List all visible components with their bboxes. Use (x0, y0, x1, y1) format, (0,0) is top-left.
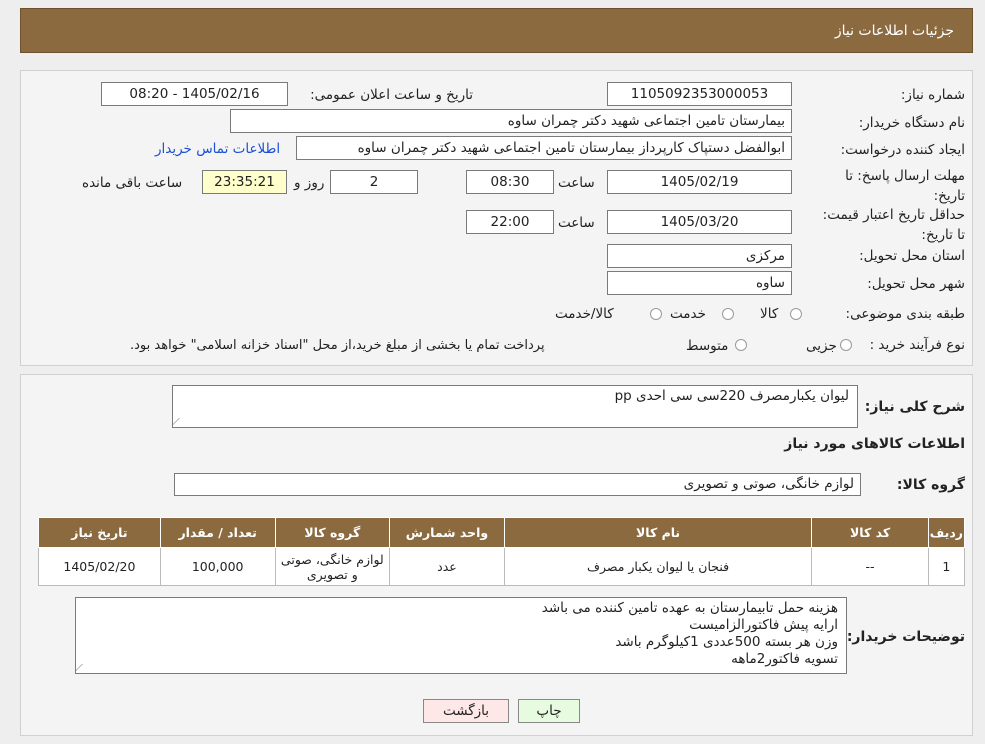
buyer-contact-link[interactable]: اطلاعات تماس خریدار (155, 141, 280, 157)
process-radio-medium[interactable] (735, 339, 747, 351)
need-number-label: شماره نیاز: (900, 87, 965, 103)
need-number-field: 1105092353000053 (607, 82, 792, 106)
validity-label: حداقل تاریخ اعتبار قیمت: تا تاریخ: (822, 207, 965, 243)
cell-quantity: 100,000 (159, 547, 276, 586)
page-header: جزئیات اطلاعات نیاز (20, 8, 973, 53)
reply-time-field: 08:30 (466, 170, 554, 194)
page-title: جزئیات اطلاعات نیاز (834, 23, 954, 39)
print-button[interactable]: چاپ (518, 699, 580, 723)
goods-group-label: گروه کالا: (896, 477, 965, 493)
remaining-time-field: 23:35:21 (202, 170, 287, 194)
validity-date-field: 1405/03/20 (607, 210, 792, 234)
reply-deadline-label: مهلت ارسال پاسخ: تا تاریخ: (845, 168, 965, 204)
col-header-unit: واحد شمارش (389, 517, 505, 548)
buyer-org-label: نام دستگاه خریدار: (858, 115, 965, 131)
col-header-code: کد کالا (811, 517, 929, 548)
buyer-notes-line: تسویه فاکتور2ماهه (731, 651, 838, 667)
summary-text: لیوان یکبارمصرف 220سی سی احدی pp (614, 388, 849, 404)
category-radio-goods-service[interactable] (650, 308, 662, 320)
announce-label: تاریخ و ساعت اعلان عمومی: (310, 87, 473, 103)
col-header-need-date: تاریخ نیاز (38, 517, 161, 548)
cell-need-date: 1405/02/20 (38, 547, 161, 586)
category-option-goods-service: کالا/خدمت (555, 306, 614, 322)
resize-grip-icon[interactable] (173, 418, 187, 426)
buyer-notes-line: هزینه حمل تابیمارستان به عهده تامین کنند… (541, 600, 838, 616)
back-button[interactable]: بازگشت (423, 699, 509, 723)
remaining-time-label: ساعت باقی مانده (82, 175, 183, 191)
cell-row-number: 1 (927, 547, 966, 586)
col-header-row-number: ردیف (927, 517, 966, 548)
cell-code: -- (811, 547, 929, 586)
summary-label: شرح کلی نیاز: (864, 399, 965, 415)
process-radio-minor[interactable] (840, 339, 852, 351)
process-option-minor: جزیی (806, 338, 837, 354)
process-option-medium: متوسط (686, 338, 729, 354)
requester-field: ابوالفضل دستپاک کارپرداز بیمارستان تامین… (296, 136, 792, 160)
col-header-name: نام کالا (503, 517, 813, 548)
goods-table: ردیف کد کالا نام کالا واحد شمارش گروه کا… (38, 517, 966, 586)
reply-time-label: ساعت (558, 175, 595, 191)
category-option-goods: کالا (760, 306, 779, 322)
city-label: شهر محل تحویل: (867, 276, 965, 292)
validity-time-field: 22:00 (466, 210, 554, 234)
city-field: ساوه (607, 271, 792, 295)
buyer-notes-textarea[interactable]: هزینه حمل تابیمارستان به عهده تامین کنند… (75, 597, 847, 674)
category-label: طبقه بندی موضوعی: (845, 306, 965, 322)
category-radio-goods[interactable] (790, 308, 802, 320)
requester-label: ایجاد کننده درخواست: (840, 142, 965, 158)
table-row: 1 -- فنجان یا لیوان یکبار مصرف عدد لوازم… (38, 547, 966, 586)
goods-section-title: اطلاعات کالاهای مورد نیاز (784, 436, 965, 452)
table-header-row: ردیف کد کالا نام کالا واحد شمارش گروه کا… (38, 517, 966, 548)
cell-name: فنجان یا لیوان یکبار مصرف (503, 547, 813, 586)
days-label: روز و (294, 175, 325, 191)
province-label: استان محل تحویل: (859, 248, 965, 264)
category-radio-service[interactable] (722, 308, 734, 320)
reply-date-field: 1405/02/19 (607, 170, 792, 194)
buyer-notes-line: ارایه پیش فاکتورالزامیست (689, 617, 838, 633)
cell-group: لوازم خانگی، صوتی و تصویری (274, 547, 391, 586)
goods-group-field: لوازم خانگی، صوتی و تصویری (174, 473, 861, 496)
process-label: نوع فرآیند خرید : (869, 337, 965, 353)
process-note: پرداخت تمام یا بخشی از مبلغ خرید،از محل … (130, 338, 545, 353)
days-field: 2 (330, 170, 418, 194)
buyer-notes-line: وزن هر بسته 500عددی 1کیلوگرم باشد (615, 634, 838, 650)
summary-textarea[interactable]: لیوان یکبارمصرف 220سی سی احدی pp (172, 385, 858, 428)
resize-grip-icon[interactable] (76, 664, 90, 672)
col-header-group: گروه کالا (274, 517, 391, 548)
validity-time-label: ساعت (558, 215, 595, 231)
announce-datetime-field: 1405/02/16 - 08:20 (101, 82, 288, 106)
cell-unit: عدد (389, 547, 505, 586)
province-field: مرکزی (607, 244, 792, 268)
col-header-quantity: تعداد / مقدار (159, 517, 276, 548)
category-option-service: خدمت (670, 306, 706, 322)
buyer-org-field: بیمارستان تامین اجتماعی شهید دکتر چمران … (230, 109, 792, 133)
buyer-notes-label: توضیحات خریدار: (846, 629, 965, 645)
